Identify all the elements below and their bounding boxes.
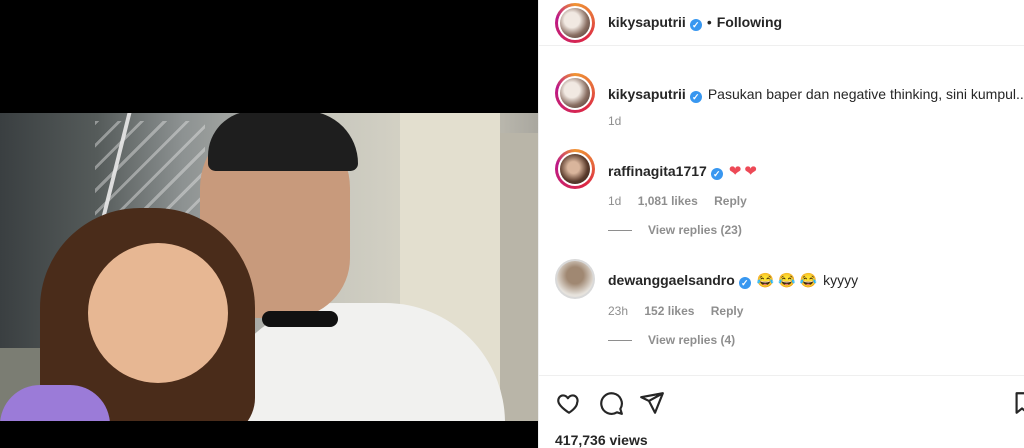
comment-icon[interactable] (598, 390, 624, 416)
comment-meta: 1d 1,081 likes Reply (608, 194, 760, 208)
comment-likes[interactable]: 152 likes (644, 304, 694, 318)
share-icon[interactable] (639, 390, 665, 416)
video-person-hair (208, 113, 358, 171)
caption-avatar[interactable] (555, 73, 595, 113)
author-username[interactable]: kikysaputrii (608, 14, 686, 30)
bookmark-icon[interactable] (1015, 390, 1024, 416)
red-heart-icon: ❤ (744, 163, 757, 180)
comment-line: dewanggaelsandro ✓ 😂 😂 😂 kyyyy (608, 272, 1024, 289)
view-replies-label: View replies (23) (648, 223, 742, 237)
laughing-emoji-icon: 😂 (799, 272, 818, 288)
comment-item: dewanggaelsandro ✓ 😂 😂 😂 kyyyy 23h 152 likes … (539, 259, 1024, 359)
verified-badge-icon: ✓ (689, 91, 702, 103)
view-replies-button[interactable]: View replies (4) (608, 333, 735, 347)
verified-badge-icon: ✓ (710, 168, 723, 180)
comment-item: raffinagita1717 ✓ ❤ ❤ 1d 1,081 likes Reply … (539, 149, 1024, 249)
commenter-avatar[interactable] (555, 149, 595, 189)
verified-badge-icon: ✓ (689, 19, 702, 31)
replies-dash (608, 229, 632, 231)
commenter-username[interactable]: raffinagita1717 (608, 163, 707, 179)
post-panel: kikysaputrii ✓ • Following kikysaputrii ✓ Pas… (538, 0, 1024, 448)
caption-meta: 1d (608, 114, 634, 128)
commenter-username[interactable]: dewanggaelsandro (608, 272, 735, 288)
comment-meta: 23h 152 likes Reply (608, 304, 756, 318)
replies-dash (608, 339, 632, 341)
view-replies-label: View replies (4) (648, 333, 736, 347)
caption-time[interactable]: 1d (608, 114, 621, 128)
header-user-line: kikysaputrii ✓ • Following (608, 14, 782, 32)
verified-badge-icon: ✓ (738, 277, 751, 289)
post-header: kikysaputrii ✓ • Following (539, 0, 1024, 46)
action-bar (539, 375, 1024, 429)
video-person2-face (88, 243, 228, 383)
view-count[interactable]: 417,736 views (555, 432, 648, 448)
video-scene-pillar (500, 133, 538, 421)
comment-line: raffinagita1717 ✓ ❤ ❤ (608, 162, 1024, 180)
post-media (0, 0, 538, 448)
comment-time[interactable]: 1d (608, 194, 621, 208)
caption-username[interactable]: kikysaputrii (608, 86, 686, 102)
post-caption: kikysaputrii ✓ Pasukan baper dan negative … (539, 73, 1024, 133)
laughing-emoji-icon: 😂 (756, 272, 775, 288)
video-person-bowtie (262, 311, 338, 327)
view-replies-button[interactable]: View replies (23) (608, 223, 742, 237)
comment-text: kyyyy (823, 272, 859, 288)
author-avatar[interactable] (555, 3, 595, 43)
heart-icon[interactable] (556, 390, 582, 416)
header-separator: • (706, 14, 712, 30)
post-video[interactable] (0, 113, 538, 421)
laughing-emoji-icon: 😂 (778, 272, 796, 288)
red-heart-icon: ❤ (728, 163, 742, 180)
reply-button[interactable]: Reply (714, 194, 747, 208)
commenter-avatar[interactable] (555, 259, 595, 299)
caption-text: Pasukan baper dan negative thinking, sin… (707, 86, 1024, 102)
comment-time[interactable]: 23h (608, 304, 628, 318)
reply-button[interactable]: Reply (711, 304, 744, 318)
comment-likes[interactable]: 1,081 likes (638, 194, 698, 208)
caption-line: kikysaputrii ✓ Pasukan baper dan negative … (608, 86, 1024, 103)
following-button[interactable]: Following (717, 14, 782, 30)
